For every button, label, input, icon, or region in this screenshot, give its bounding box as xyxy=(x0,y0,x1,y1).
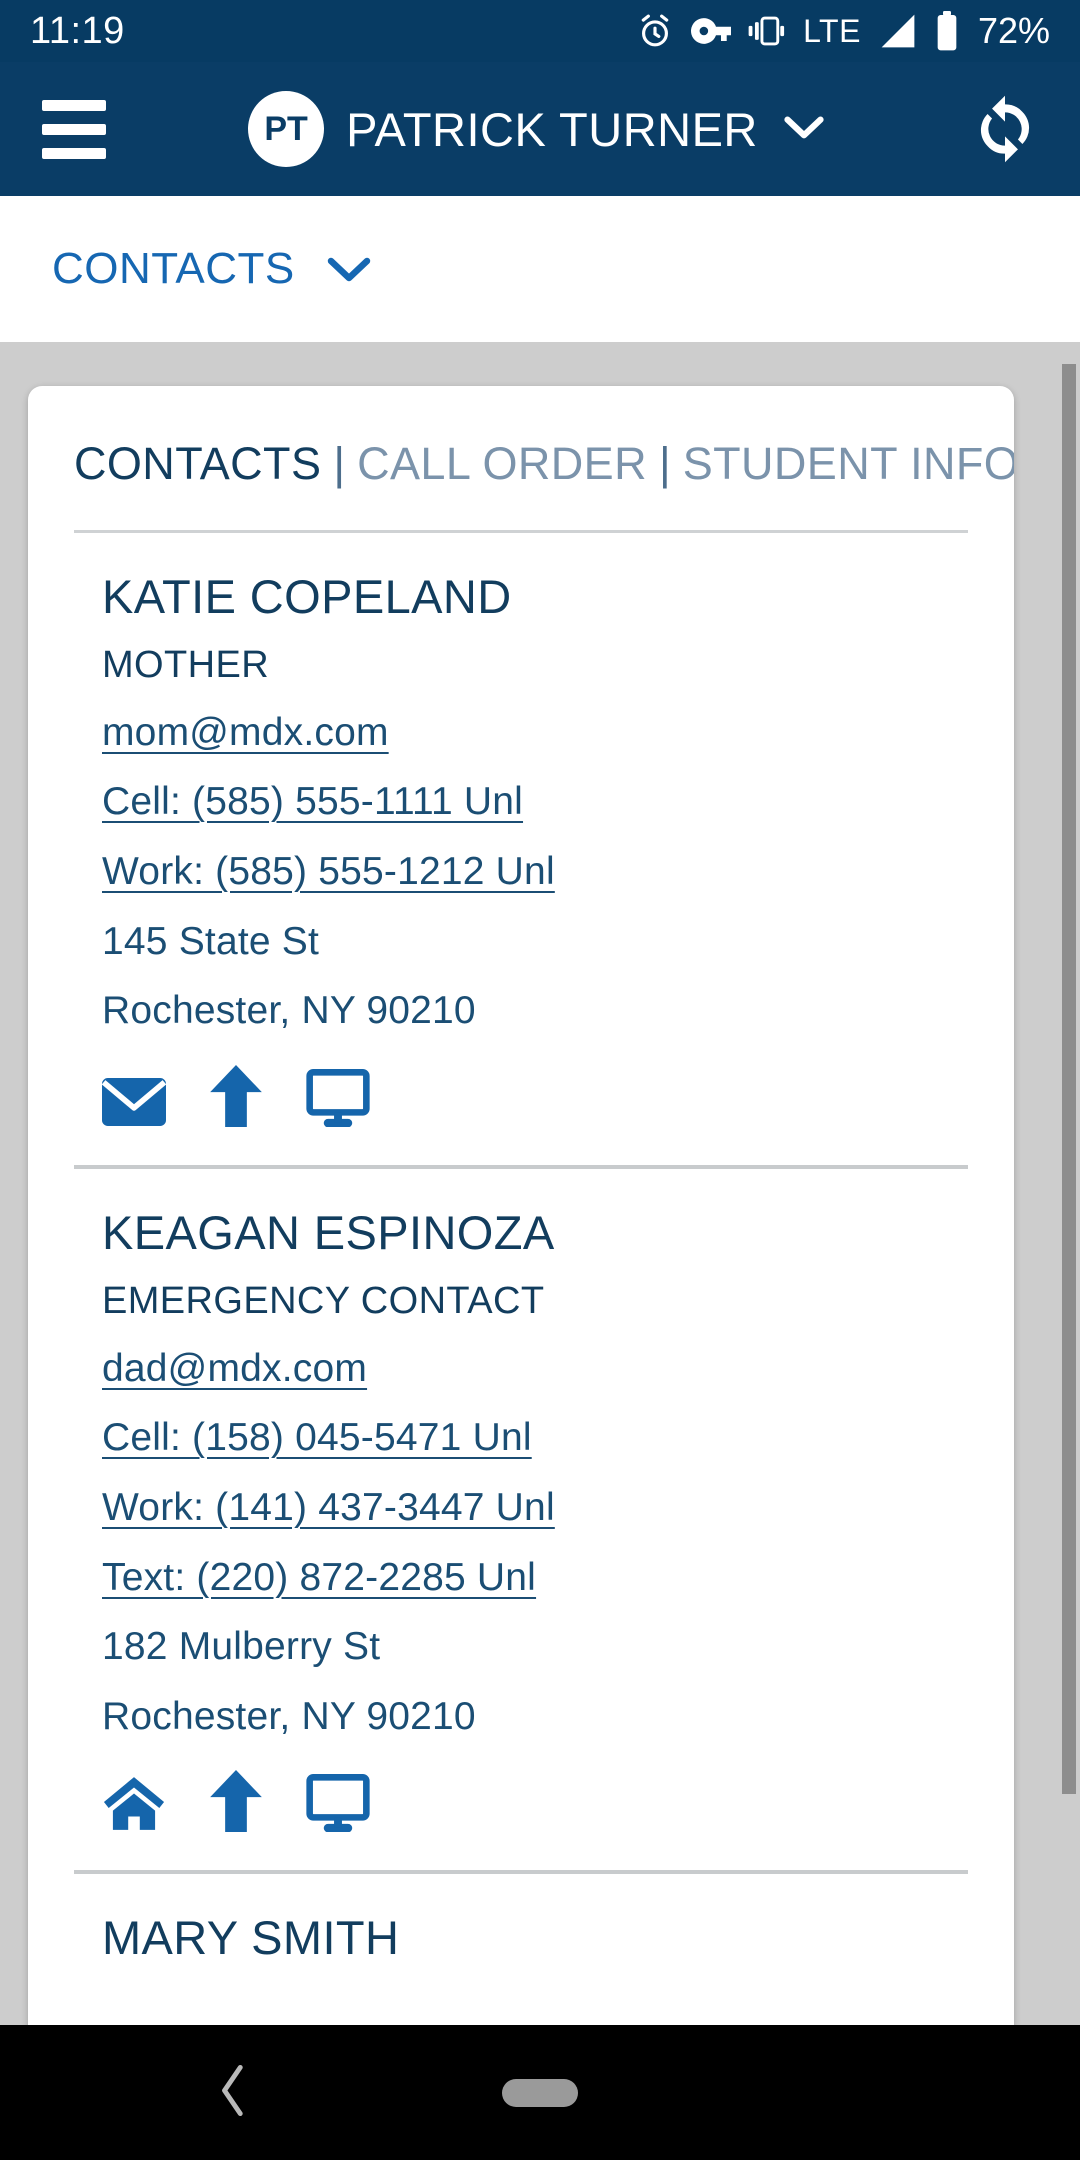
hamburger-line xyxy=(42,147,106,159)
envelope-icon[interactable] xyxy=(102,1077,166,1127)
contact-action-row xyxy=(102,1061,968,1127)
signal-icon xyxy=(878,13,918,49)
contact-address-line2: Rochester, NY 90210 xyxy=(102,1694,476,1738)
alarm-icon xyxy=(636,12,674,50)
contact-item: KATIE COPELAND MOTHER mom@mdx.com Cell: … xyxy=(74,533,968,1165)
scrollbar-thumb[interactable] xyxy=(1062,364,1076,1794)
contact-item: KEAGAN ESPINOZA EMERGENCY CONTACT dad@md… xyxy=(74,1169,968,1870)
contact-phone-text[interactable]: Text: (220) 872-2285 Unl xyxy=(102,1554,968,1602)
contact-phone-cell[interactable]: Cell: (158) 045-5471 Unl xyxy=(102,1414,968,1462)
battery-percentage: 72% xyxy=(977,10,1050,51)
contact-address-line1: 145 State St xyxy=(102,919,320,963)
contact-name: KEAGAN ESPINOZA xyxy=(102,1205,555,1259)
contact-relationship: EMERGENCY CONTACT xyxy=(102,1279,545,1322)
contacts-card: CONTACTS | CALL ORDER | STUDENT INFO KATIE C… xyxy=(28,386,1014,2025)
chevron-left-icon[interactable] xyxy=(216,2063,250,2122)
phone-screen: 11:19 LTE 72% PT PATRICK TURNER CONTACTS… xyxy=(0,0,1080,2160)
contact-phone-cell[interactable]: Cell: (585) 555-1111 Unl xyxy=(102,778,968,826)
home-icon[interactable] xyxy=(102,1774,166,1832)
hamburger-line xyxy=(42,123,106,135)
avatar: PT xyxy=(248,91,325,167)
user-name-label: PATRICK TURNER xyxy=(346,102,758,156)
contact-phone-work[interactable]: Work: (585) 555-1212 Unl xyxy=(102,848,968,896)
app-header-bar: PT PATRICK TURNER xyxy=(0,62,1080,196)
chevron-down-icon[interactable] xyxy=(782,112,826,147)
monitor-icon[interactable] xyxy=(306,1774,370,1833)
battery-icon xyxy=(935,11,959,51)
status-clock: 11:19 xyxy=(30,9,125,52)
tab-separator: | xyxy=(659,438,671,489)
contact-relationship: MOTHER xyxy=(102,643,270,686)
student-selector[interactable]: PT PATRICK TURNER xyxy=(106,91,968,167)
hamburger-menu-icon[interactable] xyxy=(42,99,106,159)
chevron-down-icon[interactable] xyxy=(325,253,373,285)
home-pill-icon[interactable] xyxy=(502,2078,578,2107)
contact-email[interactable]: dad@mdx.com xyxy=(102,1345,968,1393)
contact-name: MARY SMITH xyxy=(102,1911,400,1965)
android-navigation-bar xyxy=(0,2025,1080,2160)
status-icon-group: LTE 72% xyxy=(636,10,1050,52)
status-bar: 11:19 LTE 72% xyxy=(0,0,1080,62)
tab-call-order[interactable]: CALL ORDER xyxy=(357,438,647,489)
network-type-label: LTE xyxy=(803,12,861,49)
contact-email[interactable]: mom@mdx.com xyxy=(102,709,968,757)
contact-address-line1: 182 Mulberry St xyxy=(102,1625,381,1669)
breadcrumb-label: CONTACTS xyxy=(52,244,295,293)
contact-action-row xyxy=(102,1766,968,1833)
tab-contacts[interactable]: CONTACTS xyxy=(74,438,321,489)
contact-address-line2: Rochester, NY 90210 xyxy=(102,989,476,1033)
tab-student-info[interactable]: STUDENT INFO xyxy=(683,438,1014,489)
contact-item: MARY SMITH xyxy=(74,1874,968,1965)
arrow-up-icon[interactable] xyxy=(210,1064,262,1127)
monitor-icon[interactable] xyxy=(306,1068,370,1127)
page-body: CONTACTS | CALL ORDER | STUDENT INFO KATIE C… xyxy=(0,342,1080,2025)
arrow-up-icon[interactable] xyxy=(210,1770,262,1833)
scrollbar[interactable] xyxy=(1062,342,1080,2025)
contact-phone-work[interactable]: Work: (141) 437-3447 Unl xyxy=(102,1484,968,1532)
card-tab-row: CONTACTS | CALL ORDER | STUDENT INFO xyxy=(74,386,1014,522)
refresh-icon[interactable] xyxy=(968,92,1042,166)
hamburger-line xyxy=(42,99,106,111)
breadcrumb[interactable]: CONTACTS xyxy=(0,196,1080,342)
vpn-key-icon xyxy=(691,14,732,48)
tab-separator: | xyxy=(333,438,346,489)
vibrate-icon xyxy=(748,14,786,48)
contact-name: KATIE COPELAND xyxy=(102,569,512,623)
